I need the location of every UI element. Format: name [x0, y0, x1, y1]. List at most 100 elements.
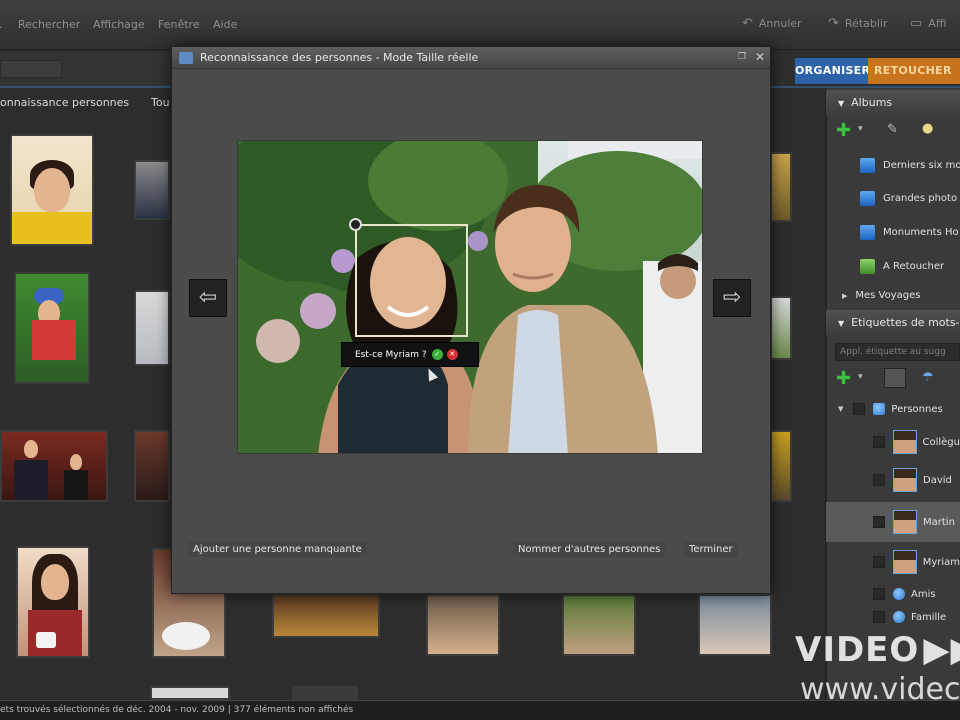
next-photo-button[interactable]: ⇨: [713, 279, 751, 317]
photo-thumbnail[interactable]: [150, 686, 230, 700]
photo-thumbnail[interactable]: [426, 594, 500, 656]
photo-thumbnail[interactable]: [14, 272, 90, 384]
people-category-icon: [873, 403, 886, 415]
photo-thumbnail[interactable]: [770, 430, 792, 502]
confirm-check-icon[interactable]: ✓: [431, 349, 443, 360]
album-icon: [860, 191, 875, 206]
search-field[interactable]: [0, 60, 62, 78]
cloud-icon[interactable]: ☂: [922, 370, 934, 385]
person-tag-row-selected[interactable]: Martin: [826, 502, 960, 542]
photo-thumbnail[interactable]: [770, 152, 792, 222]
person-tag-row[interactable]: David: [826, 462, 960, 498]
person-tag-row[interactable]: Collègu: [826, 424, 960, 460]
reject-icon[interactable]: ✕: [446, 349, 458, 360]
face-tag-icon[interactable]: [884, 368, 906, 388]
photo-thumbnail[interactable]: [134, 160, 170, 220]
add-album-button[interactable]: ✚: [836, 122, 851, 140]
dialog-title-bar[interactable]: Reconnaissance des personnes - Mode Tail…: [172, 47, 770, 69]
person-label: Martin: [923, 516, 955, 528]
undo-label: Annuler: [758, 17, 802, 30]
tag-checkbox[interactable]: [873, 436, 885, 448]
photo-organizer-app: ... Rechercher Affichage Fenêtre Aide ↶ …: [0, 0, 960, 720]
album-label: Derniers six mo: [883, 160, 960, 171]
albums-section-header[interactable]: ▼ Albums: [826, 90, 960, 116]
display-label: Affi: [928, 17, 947, 30]
play-icon: ▶▶: [923, 630, 960, 670]
photo-thumbnail[interactable]: [272, 594, 380, 638]
tab-organize[interactable]: ORGANISER: [795, 58, 870, 84]
watermark-url: www.videc: [800, 672, 960, 707]
redo-button[interactable]: ↷ Rétablir: [828, 16, 888, 31]
album-group-voyages[interactable]: ▶ Mes Voyages: [842, 290, 921, 301]
edit-icon[interactable]: ✎: [887, 122, 898, 137]
person-label: Collègu: [922, 436, 960, 448]
album-label: A Retoucher: [883, 261, 945, 272]
gallery-header-all[interactable]: Tou: [151, 96, 170, 109]
name-other-people-button[interactable]: Nommer d'autres personnes: [513, 542, 666, 557]
tag-checkbox[interactable]: [873, 611, 885, 623]
redo-label: Rétablir: [844, 17, 888, 30]
display-button[interactable]: ▭ Affi: [910, 16, 946, 31]
tag-apply-input[interactable]: Appl. étiquette au sugg: [835, 343, 960, 361]
add-tag-button[interactable]: ✚: [836, 370, 851, 388]
photo-thumbnail[interactable]: [562, 594, 636, 656]
avatar: [892, 550, 917, 574]
undo-button[interactable]: ↶ Annuler: [742, 16, 802, 31]
menu-file[interactable]: ...: [0, 18, 3, 31]
photo-thumbnail[interactable]: [16, 546, 90, 658]
photo-thumbnail[interactable]: [698, 594, 772, 656]
photo-thumbnail[interactable]: [10, 134, 94, 246]
album-item[interactable]: Grandes photo: [860, 191, 957, 206]
album-item[interactable]: Derniers six mo: [860, 158, 960, 173]
album-icon: [860, 158, 875, 173]
category-icon: [893, 611, 905, 623]
undo-icon: ↶: [742, 16, 753, 31]
close-icon[interactable]: ✕: [755, 50, 765, 64]
tag-category-people[interactable]: ▼ Personnes: [826, 398, 960, 420]
tag-checkbox[interactable]: [853, 403, 866, 415]
album-item[interactable]: Monuments Ho: [860, 225, 959, 240]
face-name-prompt: Est-ce Myriam ? ✓ ✕: [341, 342, 479, 367]
menu-bar: ... Rechercher Affichage Fenêtre Aide ↶ …: [0, 0, 960, 50]
album-label: Monuments Ho: [883, 227, 959, 238]
album-item[interactable]: A Retoucher: [860, 259, 944, 274]
photo-thumbnail[interactable]: [134, 290, 170, 366]
tag-checkbox[interactable]: [873, 588, 885, 600]
person-tag-row[interactable]: Myriam: [826, 544, 960, 580]
chevron-down-icon[interactable]: ▾: [858, 124, 863, 134]
watermark-logo: VIDEO▶▶: [795, 630, 960, 670]
finish-button[interactable]: Terminer: [684, 542, 738, 557]
previous-photo-button[interactable]: ⇦: [189, 279, 227, 317]
collapse-arrow-icon: ▼: [838, 99, 845, 108]
album-label: Grandes photo: [883, 193, 958, 204]
tag-category-friends[interactable]: Amis: [826, 584, 960, 604]
person-label: David: [923, 474, 952, 486]
photo-image: [238, 141, 702, 453]
face-detection-box[interactable]: [355, 224, 468, 337]
tag-checkbox[interactable]: [873, 516, 885, 528]
menu-help[interactable]: Aide: [213, 18, 237, 31]
tag-checkbox[interactable]: [873, 556, 885, 568]
tab-retouch[interactable]: RETOUCHER ▾: [868, 58, 960, 103]
person-label: Myriam: [922, 556, 960, 568]
photo-thumbnail[interactable]: [0, 430, 108, 502]
album-icon: [860, 225, 875, 240]
restore-icon[interactable]: ❐: [738, 52, 746, 62]
arrow-left-icon: ⇦: [198, 285, 218, 310]
workspace-tabs: ORGANISER RETOUCHER ▾: [795, 58, 960, 103]
add-missing-person-button[interactable]: Ajouter une personne manquante: [188, 542, 367, 557]
tag-checkbox[interactable]: [873, 474, 885, 486]
arrow-right-icon: ⇨: [722, 285, 742, 310]
menu-search[interactable]: Rechercher: [18, 18, 80, 31]
chevron-down-icon[interactable]: ▾: [858, 372, 863, 382]
photo-thumbnail[interactable]: [770, 296, 792, 360]
avatar: [893, 510, 917, 534]
menu-view[interactable]: Affichage: [93, 18, 145, 31]
photo-thumbnail[interactable]: [292, 686, 358, 700]
photo-thumbnail[interactable]: [134, 430, 170, 502]
tag-category-family[interactable]: Famille: [826, 607, 960, 627]
menu-window[interactable]: Fenêtre: [158, 18, 200, 31]
tags-section-header[interactable]: ▼ Etiquettes de mots-: [826, 310, 960, 336]
bulb-icon[interactable]: ●: [922, 121, 933, 136]
face-box-close-handle[interactable]: [349, 218, 362, 231]
